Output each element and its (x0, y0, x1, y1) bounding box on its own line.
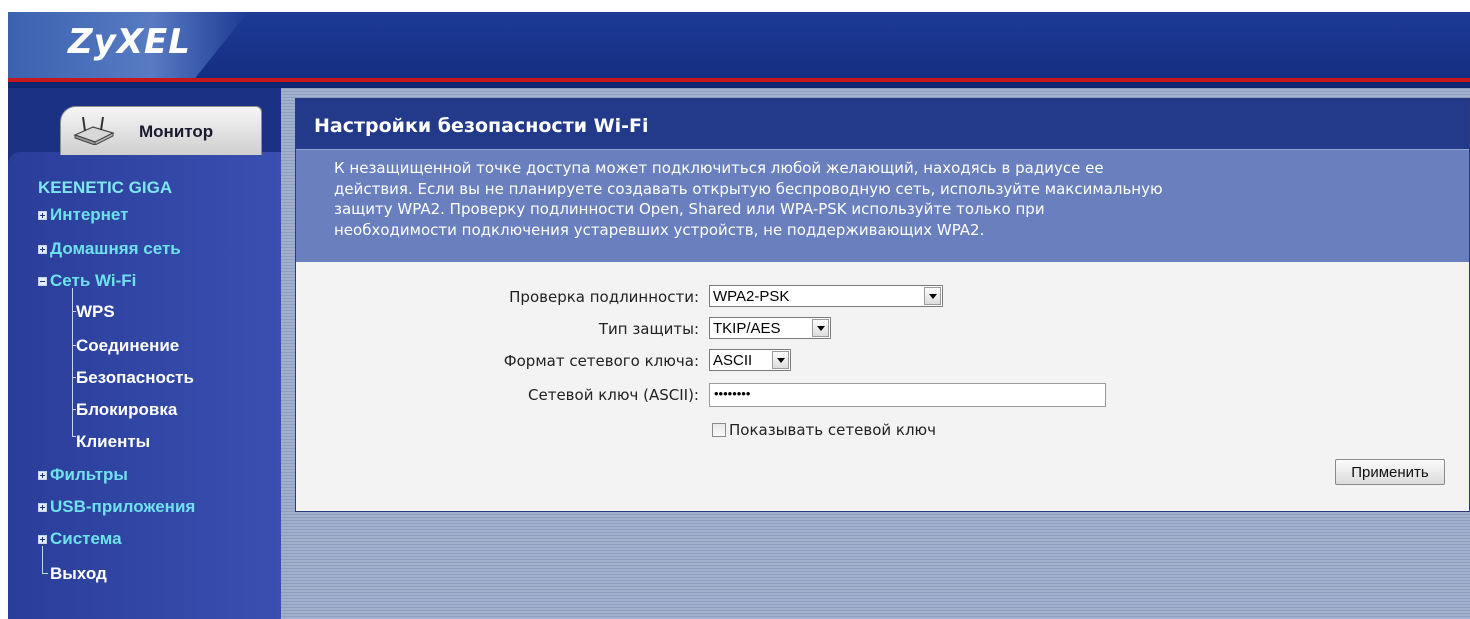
description-line: необходимости подключения устаревших уст… (334, 220, 985, 239)
tree-line (42, 573, 48, 574)
monitor-tab-label: Монитор (139, 122, 214, 141)
description-text: К незащищенной точке доступа может подкл… (334, 158, 1394, 240)
sidebar-item-system[interactable]: Система (38, 529, 122, 549)
sidebar-subitem-connection[interactable]: Соединение (76, 336, 179, 356)
sidebar-item-label: Система (50, 529, 122, 548)
sidebar-subitem-security[interactable]: Безопасность (76, 368, 194, 388)
sidebar-item-internet[interactable]: Интернет (38, 205, 128, 225)
description-line: защиту WPA2. Проверку подлинности Open, … (334, 200, 1045, 218)
auth-label: Проверка подлинности: (509, 288, 699, 306)
sidebar-item-label: Домашняя сеть (50, 239, 181, 258)
description-line: действия. Если вы не планируете создават… (334, 179, 1163, 198)
zyxel-logo: ZyXEL (68, 22, 191, 62)
title-bar: Настройки безопасности Wi-Fi (296, 99, 1469, 149)
chevron-down-icon (924, 287, 941, 305)
expand-icon (38, 534, 47, 544)
expand-icon (38, 244, 47, 254)
router-icon (73, 116, 115, 145)
sidebar-subitem-wps[interactable]: WPS (76, 302, 115, 322)
expand-icon (38, 470, 47, 480)
device-name: KEENETIC GIGA (38, 178, 173, 197)
show-key-label: Показывать сетевой ключ (729, 421, 937, 439)
description-line: К незащищенной точке доступа может подкл… (334, 159, 1104, 177)
sidebar-subitem-blocking[interactable]: Блокировка (76, 400, 177, 420)
wifi-security-panel: Настройки безопасности Wi-Fi К незащищен… (295, 98, 1470, 512)
sidebar-item-home-network[interactable]: Домашняя сеть (38, 239, 181, 259)
description-box: К незащищенной точке доступа может подкл… (296, 149, 1469, 262)
logout-link[interactable]: Выход (50, 564, 107, 584)
expand-icon (38, 502, 47, 512)
sidebar-item-wifi[interactable]: Сеть Wi-Fi (38, 271, 136, 291)
show-key-checkbox[interactable] (712, 423, 726, 437)
sidebar-item-filters[interactable]: Фильтры (38, 465, 128, 485)
sidebar-item-label: Интернет (50, 205, 129, 224)
sidebar-item-usb-apps[interactable]: USB-приложения (38, 497, 195, 517)
chevron-down-icon (812, 319, 829, 337)
page-title: Настройки безопасности Wi-Fi (314, 115, 649, 137)
apply-button[interactable]: Применить (1335, 459, 1445, 485)
chevron-down-icon (772, 351, 789, 369)
network-key-label: Сетевой ключ (ASCII): (528, 386, 699, 404)
expand-icon (38, 210, 47, 220)
key-format-select[interactable]: ASCII (709, 349, 791, 371)
sidebar-item-label: Сеть Wi-Fi (50, 271, 137, 290)
security-type-select[interactable]: TKIP/AES (709, 317, 831, 339)
top-header: ZyXEL (8, 12, 1470, 78)
auth-select[interactable]: WPA2-PSK (709, 285, 943, 307)
tree-line (42, 546, 43, 573)
auth-select-value: WPA2-PSK (713, 287, 790, 305)
sidebar-item-label: USB-приложения (50, 497, 196, 516)
network-key-input[interactable]: •••••••• (709, 383, 1106, 407)
sidebar: Монитор KEENETIC GIGA Интернет Домашняя … (8, 88, 281, 619)
collapse-icon (38, 276, 47, 286)
security-type-value: TKIP/AES (713, 319, 781, 337)
sidebar-subitem-clients[interactable]: Клиенты (76, 432, 150, 452)
sidebar-item-label: Фильтры (50, 465, 128, 484)
monitor-tab[interactable]: Монитор (60, 106, 262, 155)
key-format-label: Формат сетевого ключа: (503, 352, 699, 370)
security-type-label: Тип защиты: (598, 320, 699, 338)
